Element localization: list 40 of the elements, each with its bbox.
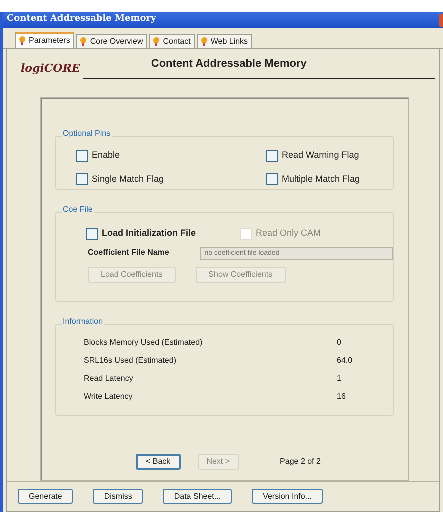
window-title: Content Addressable Memory: [7, 13, 156, 26]
checkbox-label: Multiple Match Flag: [282, 172, 360, 186]
group-title: Information: [62, 318, 104, 326]
tab[interactable]: Parameters: [15, 32, 74, 48]
tab[interactable]: Web Links: [196, 34, 252, 48]
checkbox-label: Load Initialization File: [102, 227, 196, 240]
footer-button[interactable]: Data Sheet...: [163, 489, 232, 504]
bulb-icon: [19, 36, 26, 46]
checkbox[interactable]: [76, 150, 88, 162]
page-indicator: Page 2 of 2: [280, 456, 321, 468]
footer-button[interactable]: Generate: [18, 489, 74, 504]
logo: logiCORE: [21, 62, 82, 76]
info-value: 1: [337, 373, 342, 385]
checkbox-label: Enable: [92, 149, 120, 162]
bulb-icon: [80, 36, 88, 46]
tab[interactable]: Core Overview: [76, 34, 148, 48]
checkbox[interactable]: [86, 228, 98, 240]
checkbox[interactable]: [266, 173, 278, 186]
info-label: Blocks Memory Used (Estimated): [84, 337, 204, 349]
info-label: SRL16s Used (Estimated): [84, 355, 178, 367]
group-title: Optional Pins: [62, 130, 112, 138]
checkbox-label: Single Match Flag: [92, 172, 164, 186]
push-button[interactable]: < Back: [136, 454, 181, 470]
info-value: 64.0: [337, 355, 353, 367]
tab[interactable]: Contact: [149, 34, 195, 48]
info-value: 16: [337, 391, 346, 403]
checkbox-label: Read Warning Flag: [282, 149, 360, 162]
bulb-icon: [200, 36, 208, 46]
info-label: Write Latency: [84, 391, 134, 403]
info-label: Read Latency: [84, 373, 134, 385]
group-title: Coe File: [62, 206, 94, 214]
field-label: Coefficient File Name: [88, 247, 170, 259]
checkbox-label: Read Only CAM: [256, 227, 322, 240]
footer-button[interactable]: Version Info...: [252, 489, 323, 504]
checkbox[interactable]: [266, 150, 278, 162]
page-heading: Content Addressable Memory: [151, 56, 307, 72]
bulb-icon: [153, 36, 160, 46]
checkbox[interactable]: [76, 173, 88, 186]
footer-button[interactable]: Dismiss: [93, 489, 144, 504]
info-value: 0: [337, 337, 342, 349]
